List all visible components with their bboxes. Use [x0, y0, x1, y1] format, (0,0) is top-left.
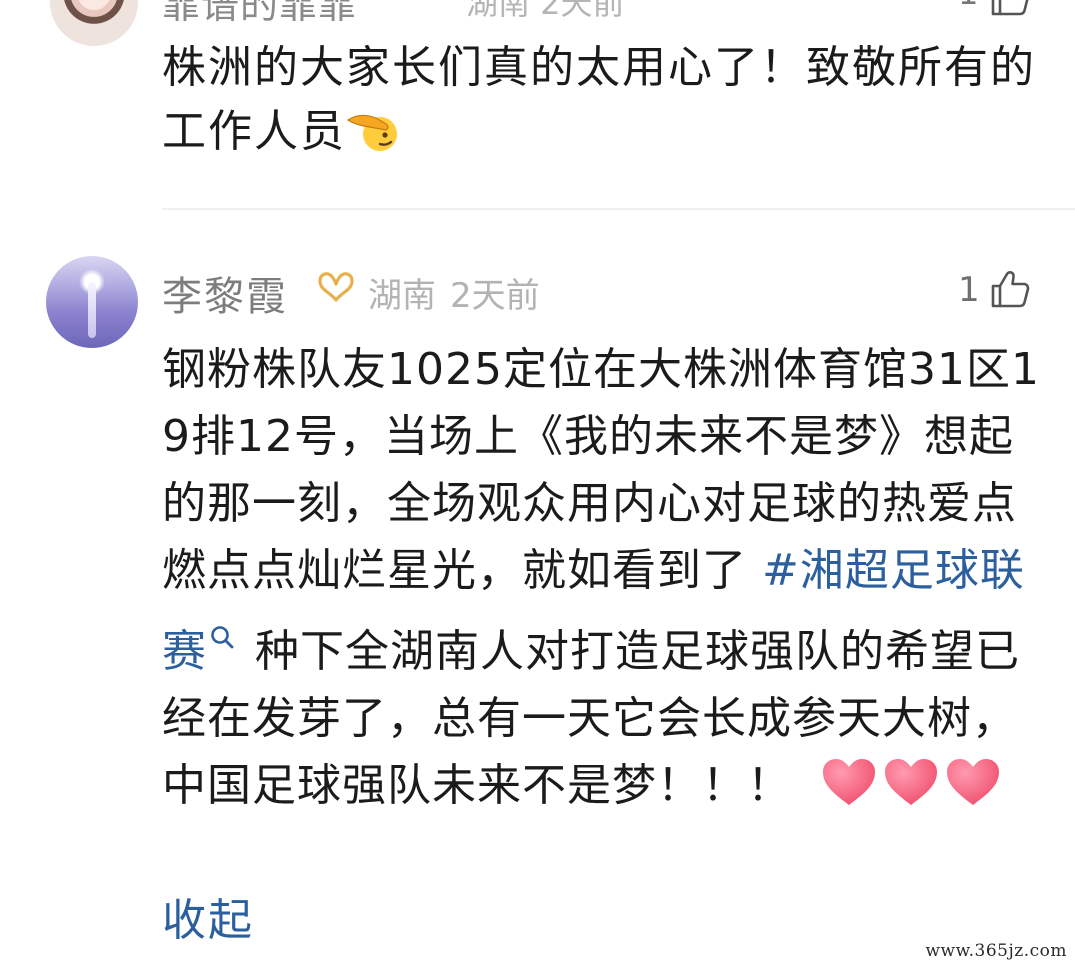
- like-count: 1: [958, 0, 978, 12]
- vip-badge-icon: [316, 270, 356, 306]
- avatar[interactable]: [50, 0, 138, 46]
- hearts-emoji-group: [820, 756, 1006, 827]
- comment-time: 2天前: [540, 0, 625, 22]
- avatar[interactable]: [46, 256, 138, 348]
- comment-meta: 湖南 2天前: [466, 0, 625, 24]
- thumbs-up-icon[interactable]: [990, 270, 1030, 312]
- saluting-face-icon: [346, 106, 404, 151]
- comment-time: 2天前: [450, 276, 540, 316]
- like-count: 1: [958, 270, 980, 310]
- comment-location: 湖南: [466, 0, 531, 22]
- thumbs-up-icon[interactable]: [990, 0, 1030, 20]
- comment-username[interactable]: 霏谱的霏霏: [162, 0, 357, 29]
- comment-text: 钢粉株队友1025定位在大株洲体育馆31区19排12号，当场上《我的未来不是梦》…: [162, 336, 1042, 827]
- heart-icon: [882, 756, 940, 808]
- comment-divider: [162, 208, 1075, 210]
- heart-icon: [820, 756, 878, 808]
- watermark: www.365jz.com: [925, 941, 1067, 961]
- comment-text: 株洲的大家长们真的太用心了！致敬所有的工作人员: [162, 42, 1036, 157]
- collapse-button[interactable]: 收起: [162, 884, 254, 948]
- search-icon[interactable]: [209, 604, 237, 649]
- comment-location: 湖南: [368, 276, 436, 316]
- comment-meta: 湖南 2天前: [368, 268, 540, 317]
- heart-icon: [944, 756, 1002, 808]
- comment-username[interactable]: 李黎霞: [162, 264, 288, 322]
